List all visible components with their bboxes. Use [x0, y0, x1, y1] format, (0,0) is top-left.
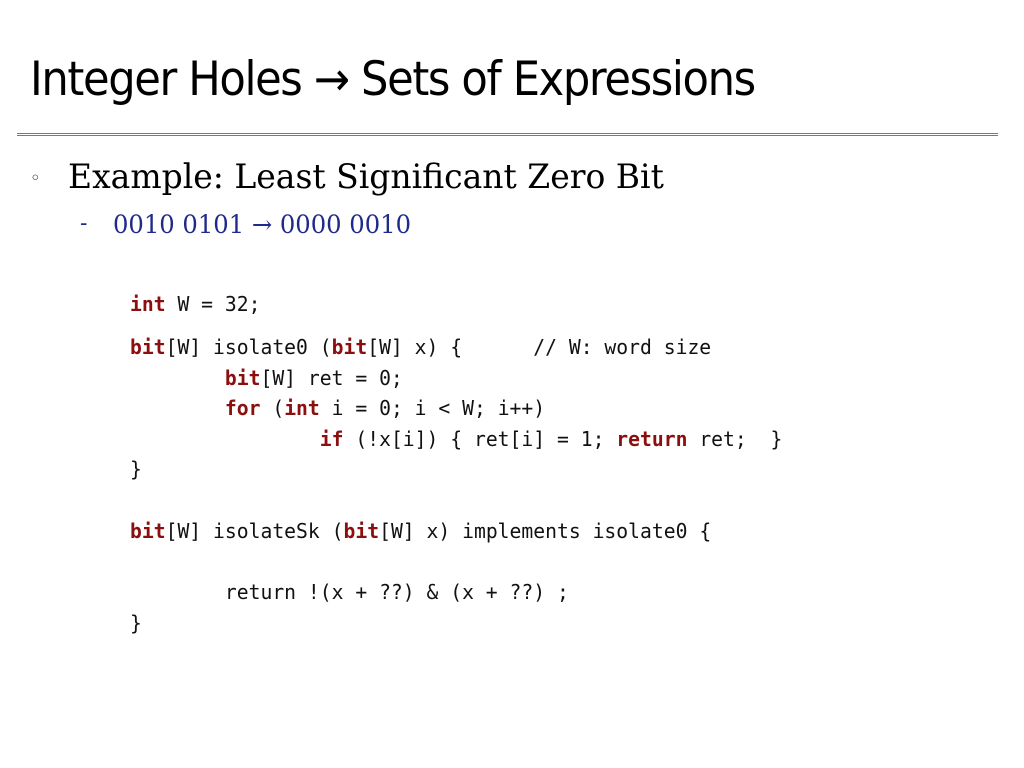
code-keyword: int — [284, 396, 320, 420]
code-keyword: bit — [130, 335, 166, 359]
sub-bullet-dash: - — [80, 211, 88, 236]
code-line: } — [130, 608, 711, 639]
code-text: } — [130, 610, 142, 635]
code-line: } — [130, 454, 782, 485]
code-text: return !(x + ??) & (x + ??) ; — [130, 580, 569, 604]
code-keyword: return — [616, 426, 688, 451]
code-text: [W] x) implements isolate0 { — [379, 519, 712, 543]
code-line: int W = 32; — [130, 289, 260, 320]
code-declaration: int W = 32; — [130, 289, 260, 320]
code-text: (!x[i]) { ret[i] = 1; — [343, 426, 617, 451]
sub-bullet-text: 0010 0101 → 0000 0010 — [113, 210, 412, 239]
code-text: i = 0; i < W; i++) — [319, 396, 546, 420]
code-text: [W] isolateSk ( — [165, 519, 344, 543]
code-text: [W] isolate0 ( — [165, 335, 332, 359]
code-text: ( — [260, 396, 285, 420]
bullet-text: Example: Least Significant Zero Bit — [68, 157, 664, 197]
slide-title: Integer Holes → Sets of Expressions — [30, 52, 756, 107]
code-text: ret; } — [687, 426, 783, 451]
code-block-isolatesk: bit[W] isolateSk (bit[W] x) implements i… — [130, 516, 711, 638]
code-text: } — [130, 457, 142, 481]
hollow-circle-bullet-icon: ◦ — [30, 168, 41, 189]
code-keyword: if — [319, 426, 344, 451]
code-line: bit[W] isolateSk (bit[W] x) implements i… — [130, 516, 711, 547]
code-keyword: bit — [130, 519, 166, 543]
code-line: return !(x + ??) & (x + ??) ; — [130, 577, 711, 608]
code-keyword: bit — [224, 365, 261, 390]
code-keyword: int — [130, 292, 166, 316]
title-divider — [17, 133, 998, 136]
code-keyword: bit — [331, 335, 368, 359]
code-text: W = 32; — [165, 292, 261, 316]
code-line — [130, 547, 711, 578]
code-keyword: for — [224, 396, 261, 420]
code-line: bit[W] ret = 0; — [130, 363, 782, 394]
code-text: [W] ret = 0; — [260, 365, 403, 390]
code-block-isolate0: bit[W] isolate0 (bit[W] x) { // W: word … — [130, 332, 782, 485]
code-line: if (!x[i]) { ret[i] = 1; return ret; } — [130, 424, 783, 455]
code-line: bit[W] isolate0 (bit[W] x) { // W: word … — [130, 332, 782, 363]
code-text: [W] x) { // W: word size — [367, 335, 712, 359]
code-keyword: bit — [343, 519, 380, 543]
code-line: for (int i = 0; i < W; i++) — [130, 393, 782, 424]
